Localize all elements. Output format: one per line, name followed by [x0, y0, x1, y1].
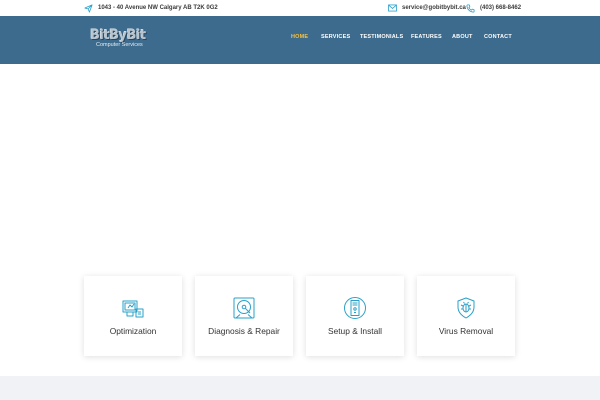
logo-wordmark: BitByBit	[90, 28, 146, 43]
address-item: 1043 - 40 Avenue NW Calgary AB T2K 0G2	[84, 3, 218, 13]
pc-setup-icon	[344, 297, 366, 319]
service-label: Virus Removal	[438, 326, 494, 336]
shield-bug-icon	[457, 297, 475, 319]
monitor-speed-icon	[122, 300, 144, 318]
nav-home[interactable]: HOME	[291, 34, 308, 44]
phone-icon	[466, 3, 475, 13]
phone-item[interactable]: (403) 668-8462	[466, 3, 521, 13]
nav-about[interactable]: ABOUT	[452, 34, 473, 44]
address-text: 1043 - 40 Avenue NW Calgary AB T2K 0G2	[98, 5, 218, 11]
nav-services[interactable]: SERVICES	[321, 34, 350, 44]
site-logo[interactable]: BitByBit Computer Services	[88, 28, 152, 52]
email-item[interactable]: service@gobitbybit.ca	[388, 3, 466, 13]
nav-contact[interactable]: CONTACT	[484, 34, 512, 44]
contact-topbar: 1043 - 40 Avenue NW Calgary AB T2K 0G2 s…	[0, 0, 600, 16]
hero-area	[0, 64, 600, 272]
next-section-band	[0, 376, 600, 400]
phone-link[interactable]: (403) 668-8462	[480, 5, 521, 11]
disk-repair-icon	[233, 297, 255, 319]
envelope-icon	[388, 4, 397, 12]
email-link[interactable]: service@gobitbybit.ca	[402, 5, 466, 11]
nav-testimonials[interactable]: TESTIMONIALS	[360, 34, 403, 44]
nav-features[interactable]: FEATURES	[411, 34, 442, 44]
service-label: Setup & Install	[327, 326, 382, 336]
service-label: Diagnosis & Repair	[208, 326, 280, 336]
service-card-optimization[interactable]: Optimization	[84, 276, 182, 356]
service-card-diagnosis[interactable]: Diagnosis & Repair	[195, 276, 293, 356]
logo-tagline: Computer Services	[96, 42, 143, 48]
send-icon	[84, 3, 93, 13]
service-card-setup[interactable]: Setup & Install	[306, 276, 404, 356]
service-label: Optimization	[109, 326, 157, 336]
service-card-virus[interactable]: Virus Removal	[417, 276, 515, 356]
